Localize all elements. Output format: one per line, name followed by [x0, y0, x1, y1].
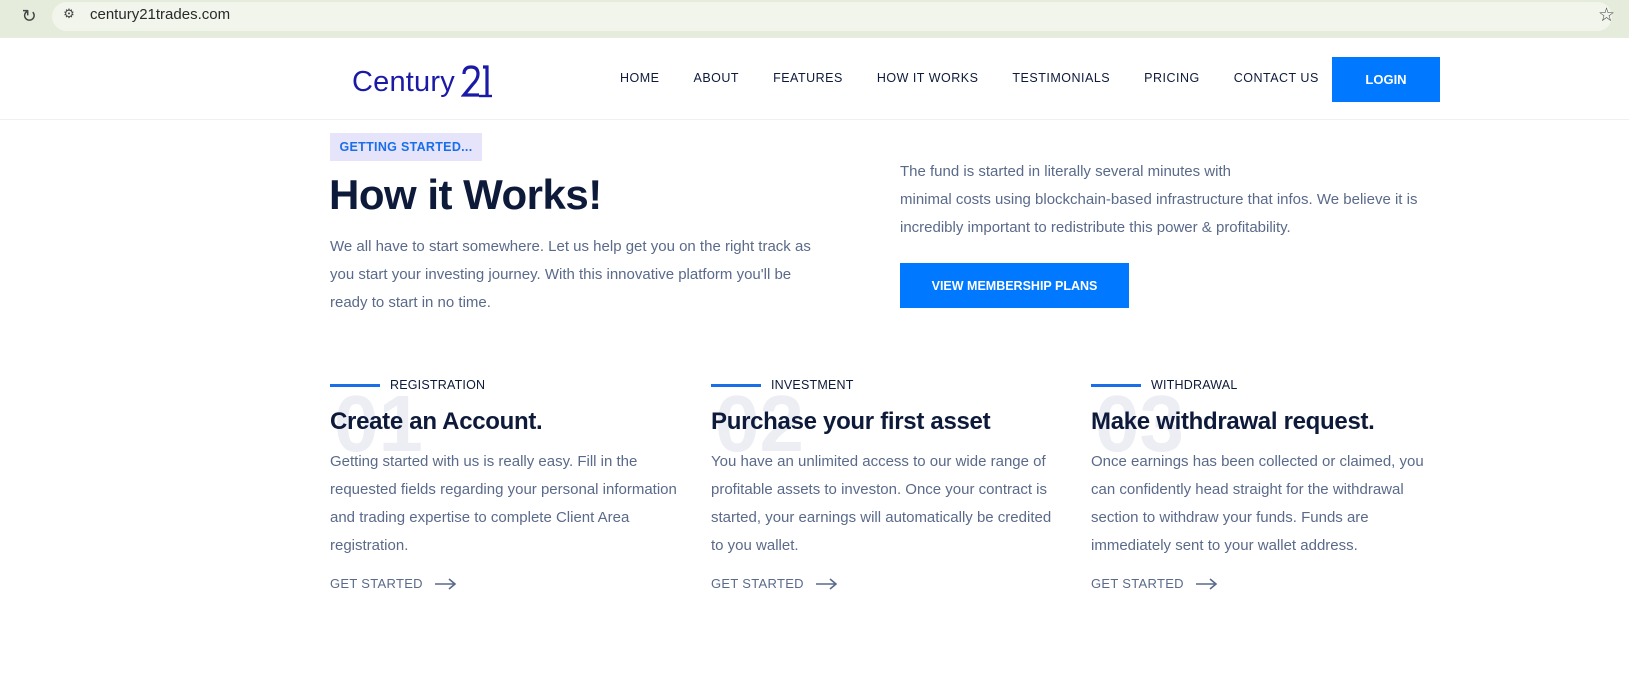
step-label: INVESTMENT: [771, 378, 854, 392]
step-title: Create an Account.: [330, 408, 543, 435]
step-label: REGISTRATION: [390, 378, 486, 392]
get-started-label[interactable]: GET STARTED: [711, 576, 804, 591]
step-title: Purchase your first asset: [711, 408, 991, 435]
step-header: REGISTRATION: [330, 378, 690, 398]
nav-home[interactable]: HOME: [620, 71, 660, 85]
step-description: You have an unlimited access to our wide…: [711, 453, 1052, 554]
step-card-withdrawal: 03 WITHDRAWAL Make withdrawal request. O…: [1091, 378, 1451, 591]
step-header: INVESTMENT: [711, 378, 1071, 398]
url-text[interactable]: century21trades.com: [90, 6, 230, 23]
hero-fund-text: The fund is started in literally several…: [900, 158, 1440, 242]
main-nav: HOME ABOUT FEATURES HOW IT WORKS TESTIMO…: [620, 71, 1353, 85]
star-icon[interactable]: ☆: [1598, 4, 1615, 26]
step-description: Once earnings has been collected or clai…: [1091, 453, 1424, 554]
address-bar[interactable]: [52, 2, 1612, 31]
get-started-label[interactable]: GET STARTED: [1091, 576, 1184, 591]
step-card-investment: 02 INVESTMENT Purchase your first asset …: [711, 378, 1071, 591]
nav-how-it-works[interactable]: HOW IT WORKS: [877, 71, 979, 85]
step-title: Make withdrawal request.: [1091, 408, 1375, 435]
nav-features[interactable]: FEATURES: [773, 71, 843, 85]
site-info-icon[interactable]: ⚙: [60, 6, 78, 24]
arrow-right-icon[interactable]: [815, 577, 838, 590]
page-title: How it Works!: [329, 171, 602, 218]
get-started-link[interactable]: GET STARTED: [711, 576, 1071, 591]
logo-mark-icon: [460, 65, 492, 98]
login-button[interactable]: LOGIN: [1332, 57, 1440, 102]
reload-icon[interactable]: ↻: [18, 6, 40, 28]
step-description: Getting started with us is really easy. …: [330, 453, 677, 554]
logo[interactable]: Century: [352, 62, 495, 102]
step-accent-line: [711, 384, 761, 387]
get-started-link[interactable]: GET STARTED: [330, 576, 690, 591]
nav-testimonials[interactable]: TESTIMONIALS: [1012, 71, 1110, 85]
logo-text: Century: [352, 65, 455, 98]
get-started-label[interactable]: GET STARTED: [330, 576, 423, 591]
step-card-registration: 01 REGISTRATION Create an Account. Getti…: [330, 378, 690, 591]
hero-fund-text-line1: The fund is started in literally several…: [900, 163, 1231, 180]
step-label: WITHDRAWAL: [1151, 378, 1238, 392]
view-membership-plans-button[interactable]: VIEW MEMBERSHIP PLANS: [900, 263, 1129, 308]
section-tag: GETTING STARTED...: [330, 133, 482, 161]
get-started-link[interactable]: GET STARTED: [1091, 576, 1451, 591]
nav-contact-us[interactable]: CONTACT US: [1234, 71, 1319, 85]
step-accent-line: [330, 384, 380, 387]
nav-about[interactable]: ABOUT: [694, 71, 740, 85]
nav-pricing[interactable]: PRICING: [1144, 71, 1200, 85]
browser-toolbar: ↻ ⚙ century21trades.com ☆: [0, 0, 1629, 38]
step-accent-line: [1091, 384, 1141, 387]
hero-intro-text: We all have to start somewhere. Let us h…: [330, 238, 811, 311]
arrow-right-icon[interactable]: [1195, 577, 1218, 590]
arrow-right-icon[interactable]: [434, 577, 457, 590]
hero-fund-text-line2: minimal costs using blockchain-based inf…: [900, 191, 1418, 236]
step-header: WITHDRAWAL: [1091, 378, 1451, 398]
